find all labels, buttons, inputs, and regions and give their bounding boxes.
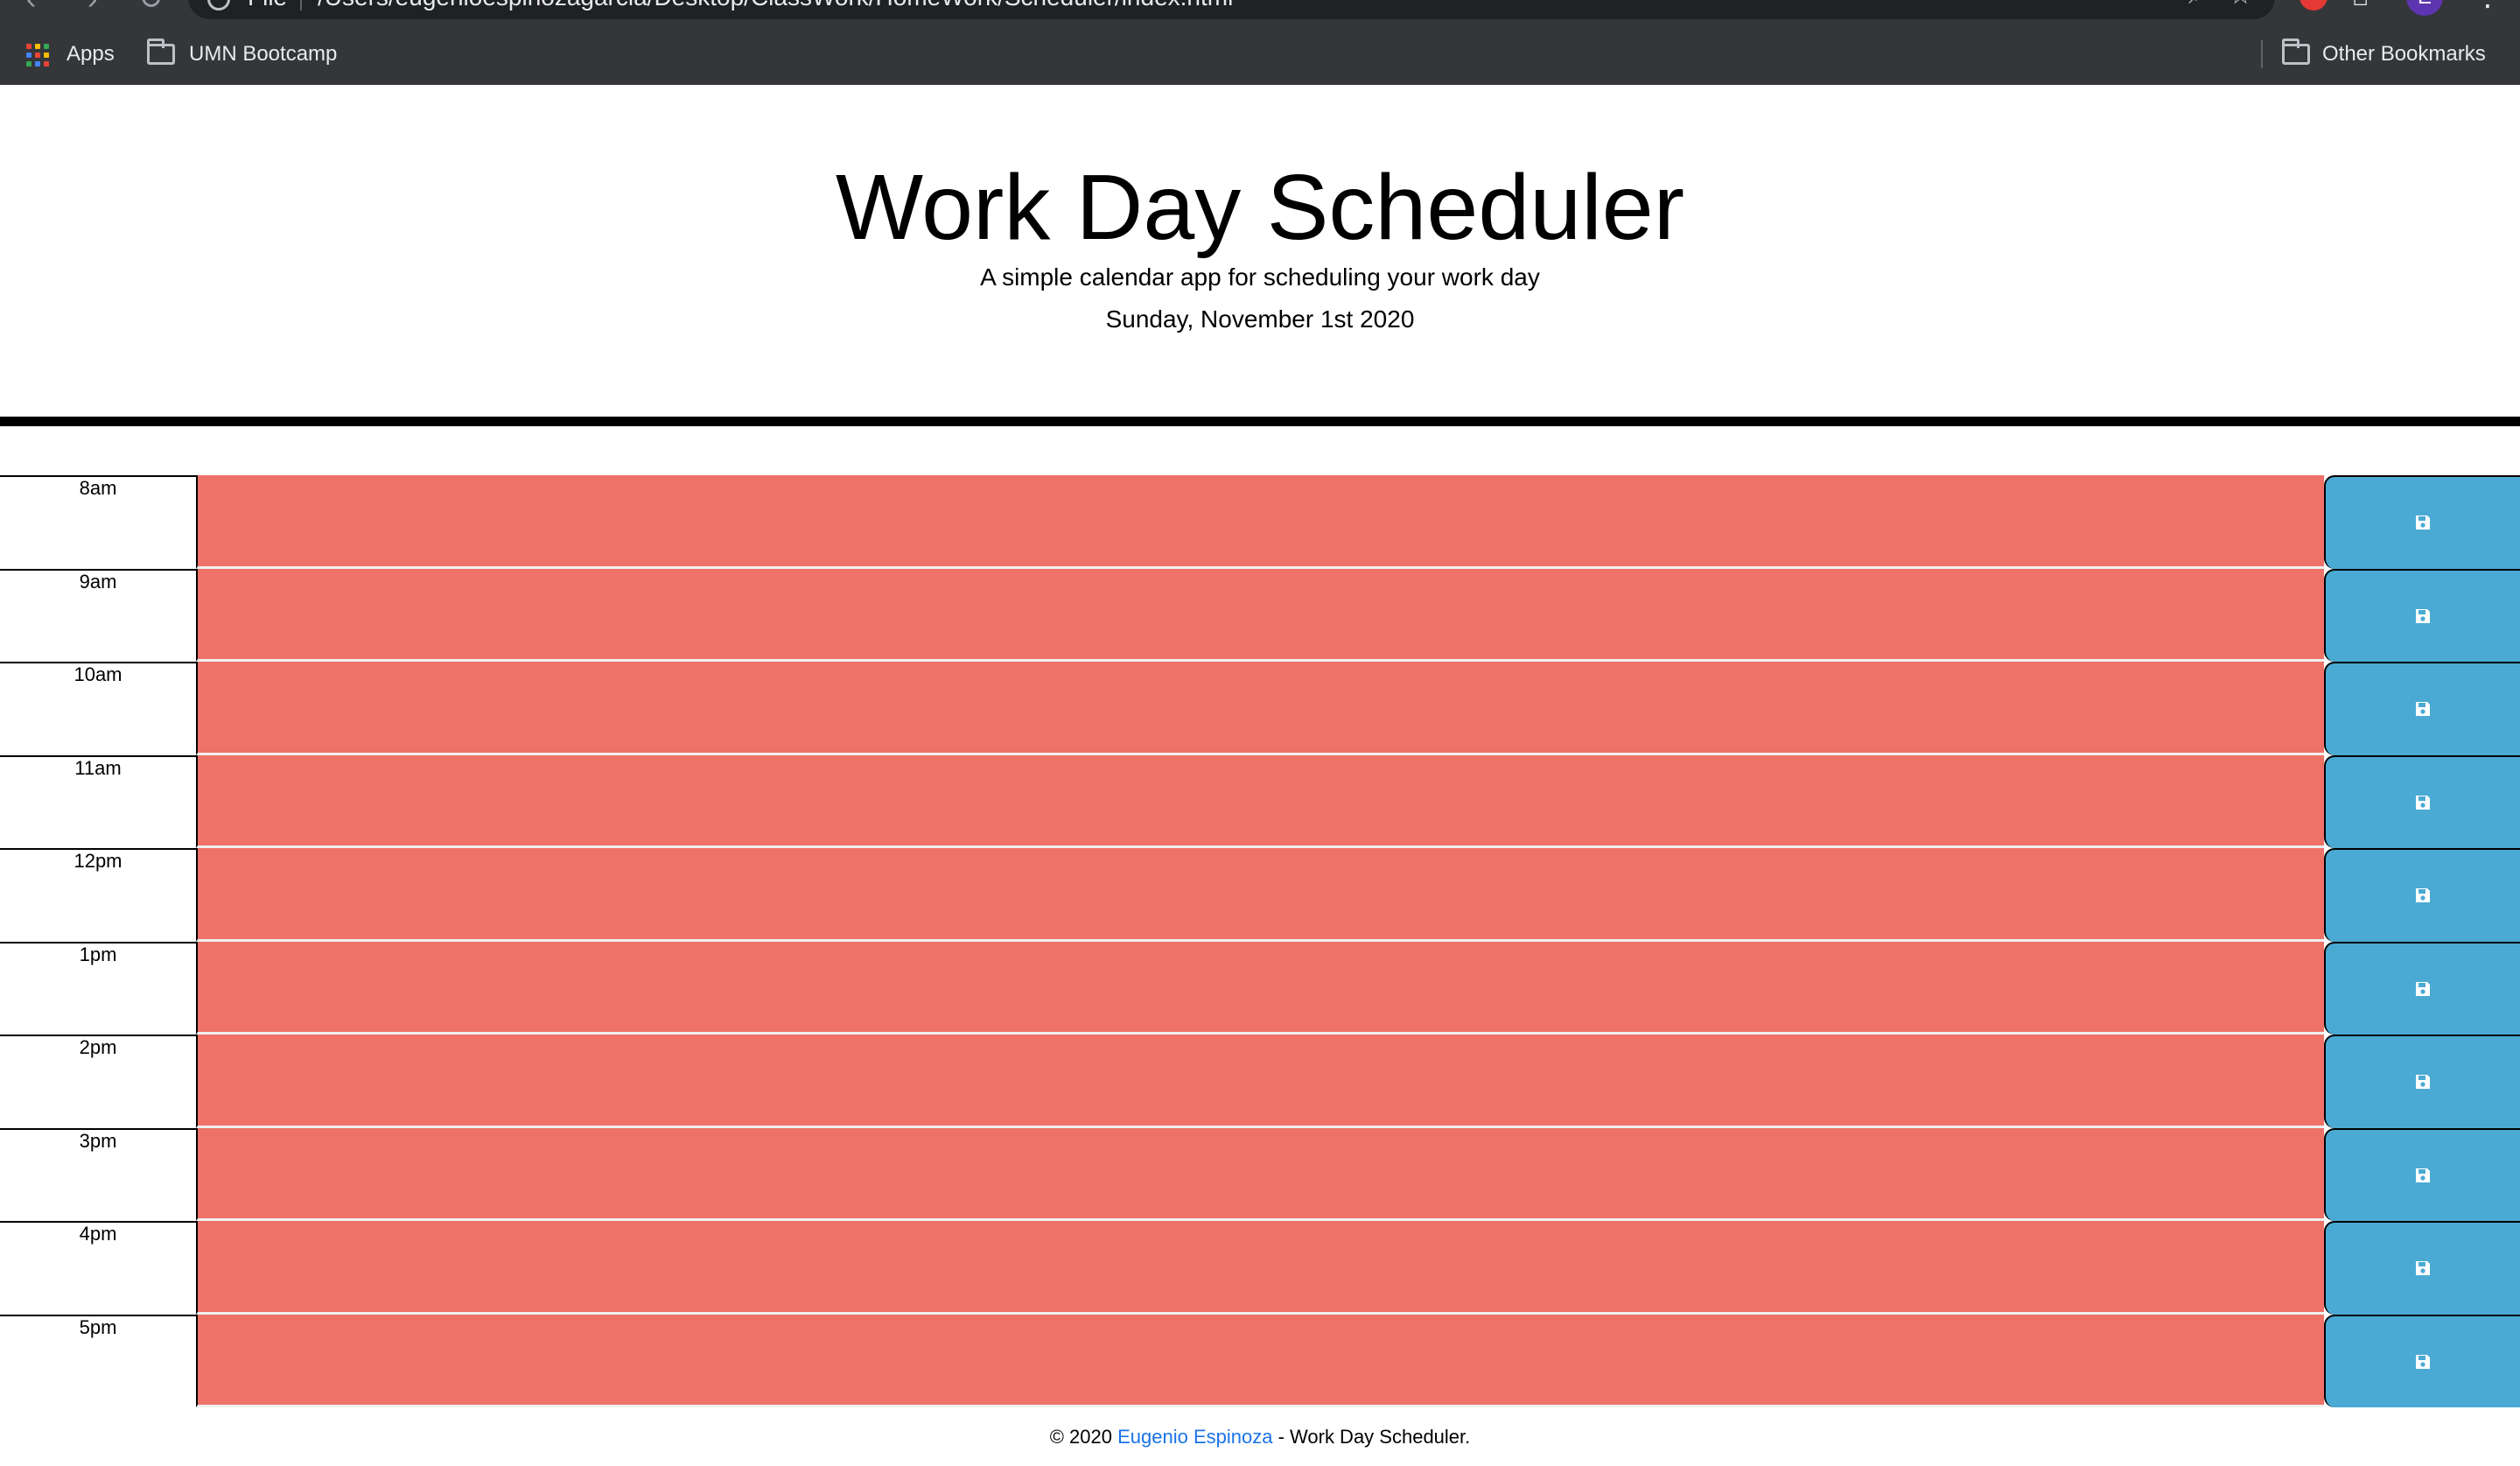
save-button[interactable] bbox=[2324, 848, 2520, 942]
save-button[interactable] bbox=[2324, 662, 2520, 755]
scheduler: 8am 9am 10am 11am 12pm 1pm 2pm 3pm 4pm 5… bbox=[0, 475, 2520, 1407]
time-block: 9am bbox=[0, 568, 2520, 662]
search-icon[interactable]: ⌕ bbox=[2188, 0, 2203, 11]
page-header: Work Day Scheduler A simple calendar app… bbox=[0, 85, 2520, 426]
time-block: 3pm bbox=[0, 1127, 2520, 1221]
hour-text: 3pm bbox=[79, 1129, 117, 1152]
address-bar[interactable]: File /Users/eugenioespinozagarcia/Deskto… bbox=[188, 0, 2275, 19]
description-input[interactable] bbox=[196, 1221, 2324, 1315]
description-input[interactable] bbox=[196, 754, 2324, 848]
menu-dots-icon[interactable]: ⋮ bbox=[2473, 0, 2502, 11]
description-input[interactable] bbox=[196, 662, 2324, 755]
hour-label: 8am bbox=[0, 475, 196, 569]
folder-icon bbox=[2282, 39, 2310, 65]
folder-icon bbox=[147, 39, 175, 65]
page-title: Work Day Scheduler bbox=[835, 156, 1685, 259]
hour-label: 12pm bbox=[0, 848, 196, 942]
save-button[interactable] bbox=[2324, 941, 2520, 1035]
time-block: 10am bbox=[0, 662, 2520, 755]
home-icon[interactable]: ⌂ bbox=[2352, 0, 2369, 11]
description-input[interactable] bbox=[196, 848, 2324, 942]
save-button[interactable] bbox=[2324, 1314, 2520, 1407]
save-icon bbox=[2414, 1167, 2432, 1184]
footer-suffix: - Work Day Scheduler. bbox=[1272, 1426, 1471, 1448]
hour-text: 10am bbox=[74, 663, 122, 685]
time-block: 1pm bbox=[0, 941, 2520, 1035]
save-button[interactable] bbox=[2324, 475, 2520, 569]
description-input[interactable] bbox=[196, 941, 2324, 1035]
time-block: 4pm bbox=[0, 1221, 2520, 1315]
page-footer: © 2020 Eugenio Espinoza - Work Day Sched… bbox=[0, 1425, 2520, 1449]
url-path[interactable]: /Users/eugenioespinozagarcia/Desktop/Cla… bbox=[318, 0, 1233, 12]
description-input[interactable] bbox=[196, 1314, 2324, 1407]
time-block: 12pm bbox=[0, 848, 2520, 942]
time-block: 11am bbox=[0, 754, 2520, 848]
hour-label: 1pm bbox=[0, 941, 196, 1035]
save-icon bbox=[2414, 887, 2432, 904]
description-input[interactable] bbox=[196, 1035, 2324, 1128]
save-icon bbox=[2414, 607, 2432, 625]
save-icon bbox=[2414, 1073, 2432, 1091]
save-icon bbox=[2414, 1259, 2432, 1277]
reload-icon[interactable]: ↻ bbox=[138, 0, 164, 14]
avatar[interactable]: E bbox=[2406, 0, 2443, 16]
apps-grid-icon[interactable] bbox=[26, 44, 49, 67]
time-block: 8am bbox=[0, 475, 2520, 569]
author-link[interactable]: Eugenio Espinoza bbox=[1117, 1426, 1272, 1448]
back-icon[interactable]: ‹ bbox=[26, 0, 36, 14]
hour-text: 12pm bbox=[74, 850, 122, 872]
bookmark-umn-bootcamp[interactable]: UMN Bootcamp bbox=[189, 39, 337, 70]
save-button[interactable] bbox=[2324, 1035, 2520, 1128]
time-block: 5pm bbox=[0, 1314, 2520, 1407]
bookmark-apps[interactable]: Apps bbox=[66, 39, 115, 70]
star-icon[interactable]: ☆ bbox=[2229, 0, 2252, 11]
url-scheme: File bbox=[248, 0, 287, 12]
save-button[interactable] bbox=[2324, 568, 2520, 662]
description-input[interactable] bbox=[196, 475, 2324, 569]
hour-text: 4pm bbox=[79, 1223, 117, 1245]
hour-text: 5pm bbox=[79, 1315, 117, 1338]
hour-label: 9am bbox=[0, 568, 196, 662]
hour-label: 10am bbox=[0, 662, 196, 755]
description-input[interactable] bbox=[196, 568, 2324, 662]
hour-label: 11am bbox=[0, 754, 196, 848]
hour-text: 1pm bbox=[79, 943, 117, 965]
current-day: Sunday, November 1st 2020 bbox=[1105, 305, 1415, 333]
save-icon bbox=[2414, 1353, 2432, 1371]
save-icon bbox=[2414, 980, 2432, 998]
url-separator bbox=[300, 0, 302, 11]
hour-label: 5pm bbox=[0, 1314, 196, 1407]
time-block: 2pm bbox=[0, 1035, 2520, 1128]
page-subtitle: A simple calendar app for scheduling you… bbox=[980, 263, 1540, 291]
save-icon bbox=[2414, 700, 2432, 718]
hour-text: 11am bbox=[74, 756, 122, 779]
hour-label: 2pm bbox=[0, 1035, 196, 1128]
save-icon bbox=[2414, 514, 2432, 531]
hour-text: 9am bbox=[79, 570, 117, 593]
description-input[interactable] bbox=[196, 1127, 2324, 1221]
hour-label: 4pm bbox=[0, 1221, 196, 1315]
save-button[interactable] bbox=[2324, 1127, 2520, 1221]
footer-copyright: © 2020 bbox=[1049, 1426, 1118, 1448]
info-icon[interactable] bbox=[207, 0, 230, 11]
hour-text: 8am bbox=[79, 477, 117, 499]
bookmark-divider bbox=[2261, 40, 2263, 68]
save-button[interactable] bbox=[2324, 754, 2520, 848]
bookmark-other-bookmarks[interactable]: Other Bookmarks bbox=[2322, 39, 2486, 70]
save-icon bbox=[2414, 794, 2432, 811]
hour-text: 2pm bbox=[79, 1036, 117, 1058]
forward-icon[interactable]: › bbox=[88, 0, 97, 14]
save-button[interactable] bbox=[2324, 1221, 2520, 1315]
hour-label: 3pm bbox=[0, 1127, 196, 1221]
browser-chrome: ‹ › ↻ File /Users/eugenioespinozagarcia/… bbox=[0, 0, 2520, 85]
extension-icon[interactable] bbox=[2300, 0, 2328, 11]
